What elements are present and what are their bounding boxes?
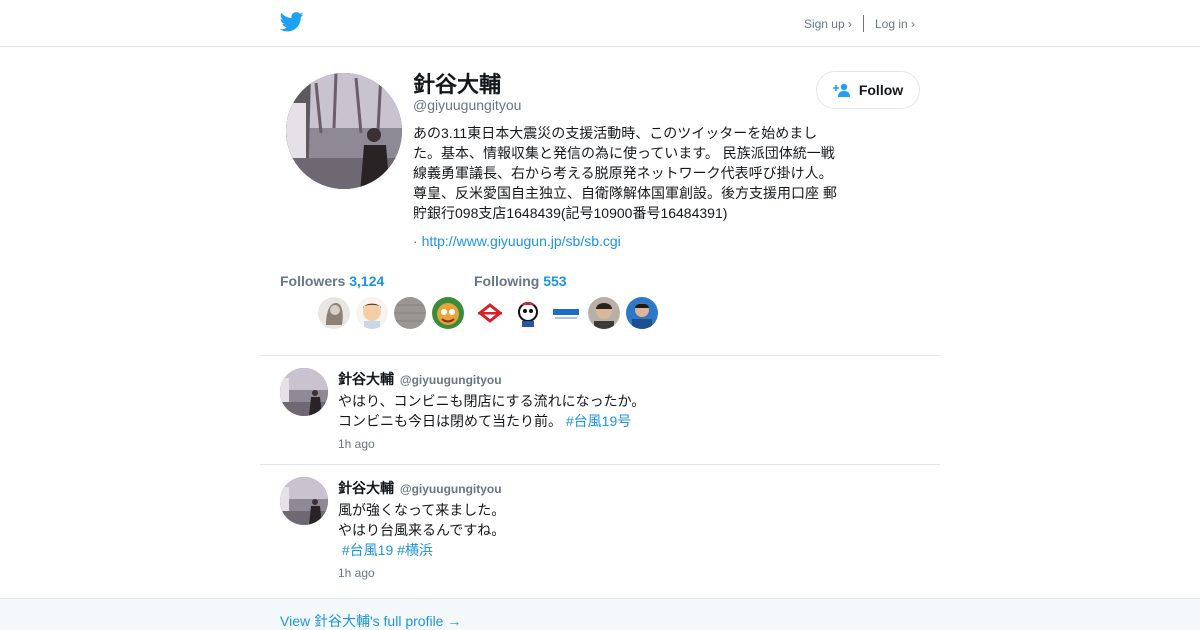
hashtag-link[interactable]: #横浜 — [397, 542, 433, 558]
tweet-line: やはり、コンビニも閉店にする流れになったか。 — [338, 393, 646, 409]
followers-label: Followers — [280, 273, 346, 289]
tweet-author-handle[interactable]: @giyuugungityou — [400, 482, 502, 496]
following-avatar[interactable] — [512, 297, 544, 329]
following-avatar[interactable] — [626, 297, 658, 329]
profile-bio: あの3.11東日本大震災の支援活動時、このツイッターを始めました。基本、情報収集… — [413, 125, 837, 221]
hashtag-link[interactable]: #台風19号 — [566, 413, 631, 429]
tweet-header: 針谷大輔 @giyuugungityou — [338, 369, 502, 389]
profile-name: 針谷大輔 — [413, 72, 502, 97]
tweet-timestamp[interactable]: 1h ago — [338, 566, 375, 580]
following-avatar[interactable] — [550, 297, 582, 329]
top-bar: Sign up › Log in › — [0, 0, 1200, 47]
follower-avatar[interactable] — [356, 297, 388, 329]
profile-avatar[interactable] — [284, 71, 404, 191]
tweet-author-handle[interactable]: @giyuugungityou — [400, 373, 502, 387]
follower-avatar[interactable] — [394, 297, 426, 329]
url-bullet: · — [413, 233, 418, 249]
tweet-timestamp[interactable]: 1h ago — [338, 437, 375, 451]
following-label: Following — [474, 273, 540, 289]
following-avatars — [474, 297, 658, 329]
tweet-hashtags: #台風19 #横浜 — [338, 540, 505, 560]
following-count[interactable]: Following 553 — [474, 273, 567, 289]
follower-avatar[interactable] — [318, 297, 350, 329]
tweet-text: 風が強くなって来ました。 やはり台風来るんですね。 #台風19 #横浜 — [338, 500, 505, 560]
tweet-author-name[interactable]: 針谷大輔 — [338, 371, 394, 387]
tweet-line: 風が強くなって来ました。 — [338, 502, 506, 518]
sign-up-link[interactable]: Sign up › — [804, 17, 852, 31]
tweet-line-with-hashtag: コンビニも今日は閉めて当たり前。 #台風19号 — [338, 411, 645, 431]
view-full-profile-link[interactable]: View 針谷大輔's full profile → — [280, 611, 461, 630]
follower-avatar[interactable] — [432, 297, 464, 329]
following-avatar[interactable] — [474, 297, 506, 329]
tweet-author-name[interactable]: 針谷大輔 — [338, 480, 394, 496]
tweet-avatar[interactable] — [280, 477, 328, 525]
followers-avatars — [318, 297, 464, 329]
profile-avatar-image — [286, 73, 402, 189]
followers-count[interactable]: Followers 3,124 — [280, 273, 384, 289]
following-number: 553 — [543, 273, 567, 289]
following-avatar[interactable] — [588, 297, 620, 329]
tweet-item[interactable]: 針谷大輔 @giyuugungityou やはり、コンビニも閉店にする流れになっ… — [260, 355, 940, 465]
log-in-link[interactable]: Log in › — [875, 17, 915, 31]
follow-label: Follow — [858, 82, 904, 98]
twitter-bird-icon[interactable] — [280, 11, 304, 33]
tweet-item[interactable]: 針谷大輔 @giyuugungityou 風が強くなって来ました。 やはり台風来… — [260, 464, 940, 598]
auth-links: Sign up › Log in › — [804, 15, 915, 32]
tweet-line: コンビニも今日は閉めて当たり前。 — [338, 413, 562, 429]
profile-url-link[interactable]: http://www.giyuugun.jp/sb/sb.cgi — [422, 233, 621, 249]
profile-url-row: · http://www.giyuugun.jp/sb/sb.cgi — [413, 233, 621, 249]
profile-card: 針谷大輔 @giyuugungityou あの3.11東日本大震災の支援活動時、… — [280, 47, 920, 355]
follow-button[interactable]: Follow — [816, 71, 920, 109]
hashtag-link[interactable]: #台風19 — [342, 542, 393, 558]
auth-divider — [862, 15, 864, 32]
followers-number: 3,124 — [349, 273, 385, 289]
add-user-icon — [832, 83, 850, 97]
tweet-line: やはり台風来るんですね。 — [338, 522, 506, 538]
tweet-text: やはり、コンビニも閉店にする流れになったか。 コンビニも今日は閉めて当たり前。 … — [338, 391, 645, 431]
tweet-avatar[interactable] — [280, 368, 328, 416]
footer-bar: View 針谷大輔's full profile → — [0, 598, 1200, 630]
profile-handle: @giyuugungityou — [413, 97, 522, 113]
tweet-header: 針谷大輔 @giyuugungityou — [338, 478, 502, 498]
